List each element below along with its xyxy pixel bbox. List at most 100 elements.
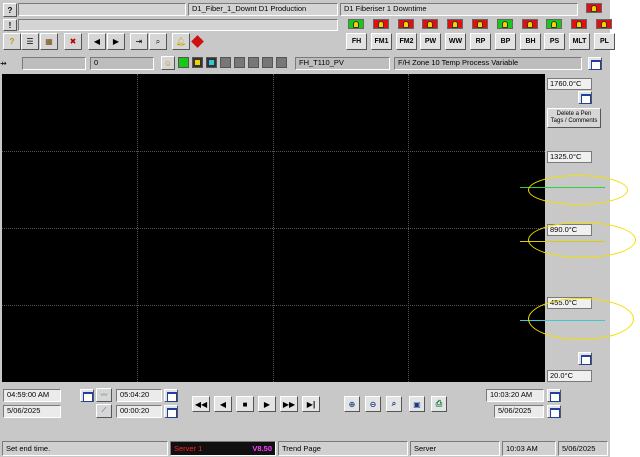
previous-page-button[interactable]: ◀ bbox=[88, 33, 106, 50]
trend-mode-4[interactable] bbox=[220, 57, 231, 68]
clock-time: 10:03 AM bbox=[502, 441, 556, 456]
trend-mode-cyan[interactable] bbox=[206, 57, 217, 68]
trend-mode-6[interactable] bbox=[248, 57, 259, 68]
status-message: Set end time. bbox=[2, 441, 168, 456]
scale-min-button[interactable] bbox=[578, 352, 592, 365]
person-icon: ☺ bbox=[163, 58, 173, 68]
area-button-rp[interactable]: RP bbox=[470, 33, 491, 50]
area-button-ps[interactable]: PS bbox=[544, 33, 565, 50]
area-button-fm1[interactable]: FM1 bbox=[371, 33, 392, 50]
end-time-button[interactable] bbox=[547, 389, 561, 402]
interval-field[interactable]: 00:00:20 bbox=[116, 405, 162, 418]
master-alarm-lamp[interactable] bbox=[586, 3, 602, 13]
interval-button[interactable] bbox=[164, 405, 178, 418]
pen-count-field: 0 bbox=[90, 57, 154, 70]
menu-list-button[interactable]: ☰ bbox=[21, 33, 39, 50]
area-button-ww[interactable]: WW bbox=[445, 33, 466, 50]
jump-to-end-button[interactable]: ▶| bbox=[302, 396, 320, 412]
forward-fast-button[interactable]: ▶▶ bbox=[280, 396, 298, 412]
area-button-pw[interactable]: PW bbox=[420, 33, 441, 50]
trend-plot-area[interactable] bbox=[2, 74, 545, 382]
page-name: Trend Page bbox=[278, 441, 408, 456]
operator-button[interactable]: ☺ bbox=[161, 56, 175, 70]
area-alarm-lamp-pl bbox=[596, 19, 612, 29]
tag-name-field: FH_T110_PV bbox=[295, 57, 390, 70]
trend-mode-8[interactable] bbox=[276, 57, 287, 68]
double-arrow-left-icon: ◀◀ bbox=[194, 399, 208, 409]
alarm-flag-button[interactable]: ! bbox=[3, 19, 17, 31]
area-button-pl[interactable]: PL bbox=[594, 33, 615, 50]
zoom-out-button[interactable]: ⊖ bbox=[365, 396, 381, 412]
print-button[interactable]: ⎙ bbox=[431, 396, 447, 412]
rewind-fast-button[interactable]: ◀◀ bbox=[192, 396, 210, 412]
help-pointer-button[interactable]: ? bbox=[3, 33, 21, 50]
area-alarm-lamp-mlt bbox=[571, 19, 587, 29]
interval-icon-button[interactable]: ⟋ bbox=[96, 404, 112, 418]
area-button-fh[interactable]: FH bbox=[346, 33, 367, 50]
alarm-bell-icon bbox=[353, 20, 359, 28]
zoom-in-button[interactable]: ⊕ bbox=[344, 396, 360, 412]
delete-pen-button[interactable]: Delete a Pen Tags / Comments bbox=[547, 108, 601, 128]
alarm-bell-icon bbox=[427, 20, 433, 28]
area-button-bp[interactable]: BP bbox=[495, 33, 516, 50]
area-alarm-lamp-fh bbox=[348, 19, 364, 29]
server-status: Server 1 V8.50 bbox=[170, 441, 276, 456]
alarm-bell-icon bbox=[591, 4, 597, 12]
duration-field[interactable]: 05:04:20 bbox=[116, 389, 162, 402]
floppy-disk-icon: ▣ bbox=[413, 399, 421, 409]
zoom-out-icon: ⊖ bbox=[369, 399, 377, 409]
help-button[interactable]: ? bbox=[3, 3, 17, 17]
area-button-bh[interactable]: BH bbox=[520, 33, 541, 50]
list-icon: ☰ bbox=[26, 37, 34, 46]
trend-mode-5[interactable] bbox=[234, 57, 245, 68]
zoom-reset-button[interactable]: ⌕ bbox=[386, 396, 402, 412]
duration-button[interactable] bbox=[164, 389, 178, 402]
trend-scale-icon: ⟋ bbox=[101, 407, 107, 414]
step-back-button[interactable]: ◀ bbox=[214, 396, 232, 412]
step-forward-button[interactable]: ▶ bbox=[258, 396, 276, 412]
trend-mode-green[interactable] bbox=[178, 57, 189, 68]
end-time-field[interactable]: 10:03:20 AM bbox=[486, 389, 544, 402]
alarm-summary-field bbox=[18, 3, 186, 16]
arrow-right-icon: ▶ bbox=[263, 399, 271, 409]
annotation-ring-1 bbox=[528, 175, 628, 205]
area-alarm-lamp-bp bbox=[497, 19, 513, 29]
stop-diamond-icon[interactable] bbox=[191, 35, 204, 48]
start-time-field[interactable]: 04:59:00 AM bbox=[3, 389, 61, 402]
page-search-button[interactable]: ⌕ bbox=[149, 33, 167, 50]
grid-line-horizontal bbox=[2, 305, 545, 306]
production-status: D1_Fiber_1_Downt D1 Production bbox=[188, 3, 338, 16]
area-alarm-lamp-bh bbox=[522, 19, 538, 29]
trend-mode-yellow[interactable] bbox=[192, 57, 203, 68]
alarm-bell-icon bbox=[502, 20, 508, 28]
scale-max-button[interactable] bbox=[578, 91, 592, 104]
trend-mode-7[interactable] bbox=[262, 57, 273, 68]
end-date-button[interactable] bbox=[547, 405, 561, 418]
login-button[interactable]: ⇥ bbox=[130, 33, 148, 50]
trend-chart-icon: 〰 bbox=[100, 392, 108, 399]
plant-overview-button[interactable]: ▦ bbox=[40, 33, 58, 50]
stop-button[interactable]: ■ bbox=[236, 396, 254, 412]
printer-icon: ⎙ bbox=[435, 399, 443, 408]
pen-select-button[interactable] bbox=[588, 57, 602, 70]
alarm-bell-icon bbox=[378, 20, 384, 28]
next-page-button[interactable]: ▶ bbox=[107, 33, 125, 50]
stop-icon: ■ bbox=[242, 399, 248, 409]
tools-button[interactable]: ✖ bbox=[64, 33, 82, 50]
alarm-bell-button[interactable]: 🔔︎ bbox=[172, 33, 190, 50]
alarm-bell-icon bbox=[477, 20, 483, 28]
server-name: Server 1 bbox=[174, 444, 203, 453]
grid-line-horizontal bbox=[2, 228, 545, 229]
end-date-field[interactable]: 5/06/2025 bbox=[494, 405, 544, 418]
duration-icon-button[interactable]: 〰 bbox=[96, 388, 112, 402]
double-arrow-right-icon: ▶▶ bbox=[282, 399, 296, 409]
zoom-reset-icon: ⌕ bbox=[391, 399, 397, 408]
start-date-field[interactable]: 5/06/2025 bbox=[3, 405, 61, 418]
area-button-mlt[interactable]: MLT bbox=[569, 33, 590, 50]
area-button-fm2[interactable]: FM2 bbox=[396, 33, 417, 50]
arrow-left-icon: ◀ bbox=[93, 37, 101, 46]
scale-max-label: 1760.0°C bbox=[547, 78, 592, 90]
start-time-calendar-button[interactable] bbox=[80, 389, 94, 402]
scale-min-label: 20.0°C bbox=[547, 370, 592, 382]
save-button[interactable]: ▣ bbox=[409, 396, 425, 412]
